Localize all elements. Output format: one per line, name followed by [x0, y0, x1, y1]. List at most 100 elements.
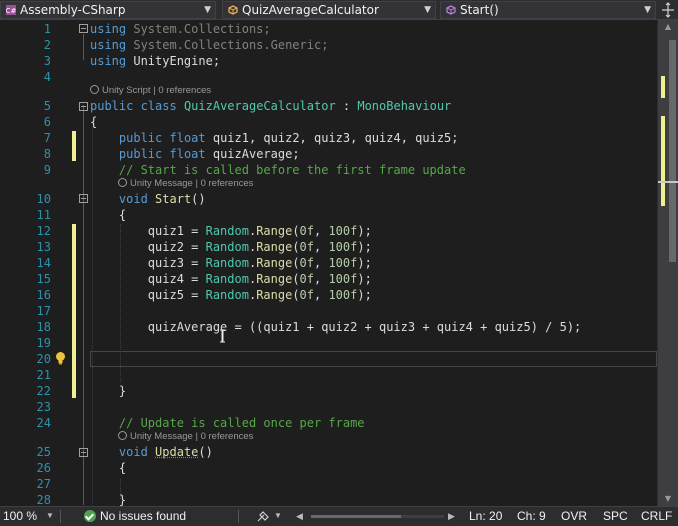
code-line: 26 { — [0, 460, 657, 476]
class-dropdown[interactable]: QuizAverageCalculator ▼ — [222, 1, 436, 19]
line-number: 1 — [43, 22, 51, 36]
scrollbar-thumb[interactable] — [669, 40, 676, 262]
line-number: 12 — [36, 224, 51, 238]
code-line: 5 public class QuizAverageCalculator : M… — [0, 98, 657, 114]
chevron-down-icon: ▼ — [644, 5, 651, 15]
code-text: { — [90, 208, 127, 222]
code-text: quiz2 = Random.Range(0f, 100f); — [90, 240, 372, 254]
line-number: 7 — [43, 131, 51, 145]
code-line: 18 quizAverage = ((quiz1 + quiz2 + quiz3… — [0, 319, 657, 335]
code-line: 17 — [0, 303, 657, 319]
class-icon — [228, 5, 238, 15]
code-text: quizAverage = ((quiz1 + quiz2 + quiz3 + … — [90, 320, 582, 334]
code-line: 1 using System.Collections; — [0, 21, 657, 37]
code-line: 23 — [0, 399, 657, 415]
code-text: { — [90, 461, 127, 475]
code-comment: // Start is called before the first fram… — [90, 163, 466, 177]
code-line: 3 using UnityEngine; — [0, 53, 657, 69]
nav-back-icon[interactable]: ◀ — [296, 507, 303, 525]
code-line: 8 public float quizAverage; — [0, 146, 657, 162]
code-text: { — [90, 115, 98, 129]
text-cursor-icon — [220, 329, 225, 343]
code-line: 7 public float quiz1, quiz2, quiz3, quiz… — [0, 130, 657, 146]
line-number: 16 — [36, 288, 51, 302]
code-text: public class QuizAverageCalculator : Mon… — [90, 99, 452, 113]
code-line: 25 void Update() — [0, 444, 657, 460]
code-line: 21 — [0, 367, 657, 383]
code-line: 9 // Start is called before the first fr… — [0, 162, 657, 178]
csharp-project-icon: C# — [6, 5, 17, 15]
line-number: 2 — [43, 38, 51, 52]
line-endings[interactable]: CRLF — [641, 507, 672, 525]
code-text: public float quizAverage; — [118, 147, 300, 161]
chevron-down-icon[interactable]: ▼ — [274, 507, 282, 525]
method-icon — [446, 5, 456, 15]
line-number: 10 — [36, 192, 51, 206]
codelens-start[interactable]: Unity Message | 0 references — [118, 178, 253, 190]
overwrite-mode[interactable]: OVR — [561, 507, 587, 525]
vertical-scrollbar[interactable]: ▲ ▼ — [657, 20, 678, 506]
code-line: 15 quiz4 = Random.Range(0f, 100f); — [0, 271, 657, 287]
line-number: 21 — [36, 368, 51, 382]
class-label: QuizAverageCalculator — [242, 3, 379, 17]
change-overview-marker — [661, 76, 665, 98]
code-line: 4 — [0, 69, 657, 85]
chevron-down-icon: ▼ — [424, 5, 431, 15]
code-line: 2 using System.Collections.Generic; — [0, 37, 657, 53]
code-line: 24 // Update is called once per frame — [0, 415, 657, 431]
line-number: 8 — [43, 147, 51, 161]
code-line: 16 quiz5 = Random.Range(0f, 100f); — [0, 287, 657, 303]
split-editor-icon[interactable] — [658, 0, 678, 20]
chevron-down-icon: ▼ — [204, 5, 211, 15]
line-number: 28 — [36, 493, 51, 506]
code-text: using System.Collections.Generic; — [90, 38, 329, 52]
zoom-level[interactable]: 100 % — [3, 507, 37, 525]
code-line: 14 quiz3 = Random.Range(0f, 100f); — [0, 255, 657, 271]
line-number: 9 — [43, 163, 51, 177]
separator — [60, 510, 61, 523]
project-dropdown[interactable]: C# Assembly-CSharp ▼ — [0, 1, 216, 19]
horizontal-scrollbar-thumb[interactable] — [311, 515, 401, 518]
code-text: using UnityEngine; — [90, 54, 221, 68]
code-line: 28 } — [0, 492, 657, 506]
unity-icon — [90, 85, 99, 94]
brush-icon[interactable] — [256, 510, 270, 523]
code-line: 12 quiz1 = Random.Range(0f, 100f); — [0, 223, 657, 239]
line-number: 18 — [36, 320, 51, 334]
separator — [238, 510, 239, 523]
code-line: 11 { — [0, 207, 657, 223]
line-number: 6 — [43, 115, 51, 129]
check-circle-icon — [84, 510, 96, 522]
code-editor[interactable]: 1 using System.Collections; 2 using Syst… — [0, 20, 657, 506]
issues-status[interactable]: No issues found — [100, 507, 186, 525]
scroll-up-icon[interactable]: ▲ — [663, 22, 673, 31]
whitespace-mode[interactable]: SPC — [603, 507, 628, 525]
code-line: 6 { — [0, 114, 657, 130]
navigation-bar: C# Assembly-CSharp ▼ QuizAverageCalculat… — [0, 0, 678, 20]
scroll-down-icon[interactable]: ▼ — [663, 494, 673, 503]
nav-forward-icon[interactable]: ▶ — [448, 507, 455, 525]
line-number: 5 — [43, 99, 51, 113]
char-indicator[interactable]: Ch: 9 — [517, 507, 546, 525]
code-line: 13 quiz2 = Random.Range(0f, 100f); — [0, 239, 657, 255]
line-number: 26 — [36, 461, 51, 475]
horizontal-scrollbar[interactable] — [311, 515, 444, 518]
code-text: } — [90, 493, 127, 506]
line-number: 27 — [36, 477, 51, 491]
code-line: 10 void Start() — [0, 191, 657, 207]
member-dropdown[interactable]: Start() ▼ — [440, 1, 656, 19]
line-number: 20 — [36, 352, 51, 366]
line-indicator[interactable]: Ln: 20 — [469, 507, 502, 525]
code-text: void Update() — [118, 445, 213, 459]
svg-text:C#: C# — [6, 7, 17, 15]
line-number: 24 — [36, 416, 51, 430]
codelens-class[interactable]: Unity Script | 0 references — [90, 85, 211, 97]
codelens-update[interactable]: Unity Message | 0 references — [118, 431, 253, 443]
code-text: quiz1 = Random.Range(0f, 100f); — [90, 224, 372, 238]
line-number: 25 — [36, 445, 51, 459]
line-number: 15 — [36, 272, 51, 286]
chevron-down-icon[interactable]: ▼ — [46, 507, 54, 525]
line-number: 13 — [36, 240, 51, 254]
line-number: 14 — [36, 256, 51, 270]
status-bar: 100 % ▼ No issues found ▼ ◀ ▶ Ln: 20 Ch:… — [0, 506, 678, 526]
